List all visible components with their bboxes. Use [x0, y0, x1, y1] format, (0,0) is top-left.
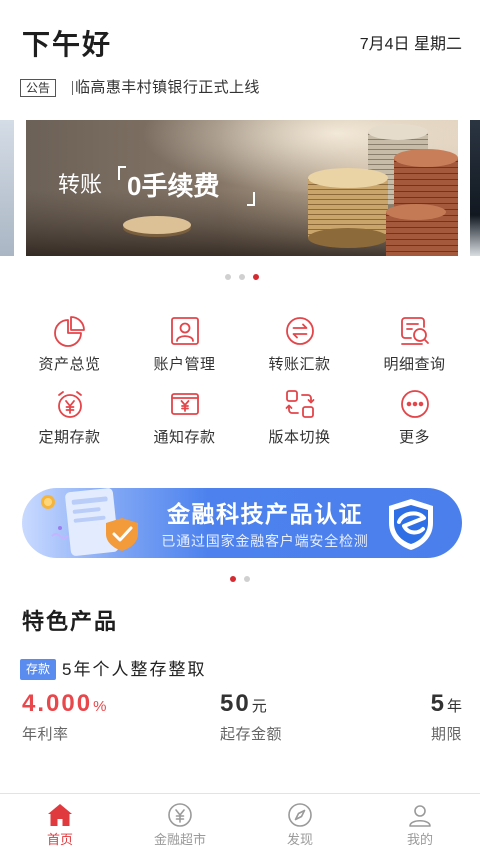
term-number: 5: [430, 690, 446, 717]
banner-slide[interactable]: 转账 0手续费: [26, 120, 458, 256]
promo-page-indicator: [0, 576, 480, 582]
tab-mine[interactable]: 我的: [360, 794, 480, 854]
tab-label: 我的: [406, 832, 433, 847]
min-deposit-label: 起存金额: [220, 726, 283, 743]
product-name: 5年个人整存整取: [62, 660, 207, 679]
menu-item-fixed-deposit[interactable]: 定期存款: [12, 387, 127, 448]
person-icon: [407, 802, 433, 828]
notice-divider: [72, 81, 74, 95]
fintech-certification-banner[interactable]: 金融科技产品认证 已通过国家金融客户端安全检测: [22, 488, 462, 558]
menu-item-label: 资产总览: [38, 356, 101, 373]
compass-icon: [287, 802, 313, 828]
interest-rate-value: 4.000 %: [22, 690, 106, 718]
account-card-icon: [168, 314, 202, 348]
menu-item-notice-deposit[interactable]: 通知存款: [127, 387, 242, 448]
term-unit: 年: [446, 698, 462, 715]
banner-prefix-text: 转账: [58, 172, 103, 197]
promo-dot[interactable]: [230, 576, 236, 582]
menu-item-label: 更多: [398, 429, 430, 446]
menu-item-label: 明细查询: [383, 356, 446, 373]
menu-item-label: 定期存款: [38, 429, 101, 446]
menu-item-label: 版本切换: [268, 429, 331, 446]
carousel-peek-left[interactable]: [0, 120, 14, 256]
notice-text[interactable]: 临高惠丰村镇银行正式上线: [75, 78, 260, 98]
switch-version-icon: [283, 387, 317, 421]
banner-dot[interactable]: [253, 274, 259, 280]
rate-number: 4.000: [22, 690, 93, 717]
banner-dot[interactable]: [225, 274, 231, 280]
menu-item-statement-query[interactable]: 明细查询: [357, 314, 472, 375]
yuan-circle-icon: [167, 802, 193, 828]
interest-rate-label: 年利率: [22, 726, 69, 743]
menu-item-label: 账户管理: [153, 356, 216, 373]
notice-bar[interactable]: 公告 临高惠丰村镇银行正式上线: [20, 78, 260, 98]
term-value: 5 年: [431, 690, 462, 718]
menu-item-transfer[interactable]: 转账汇款: [242, 314, 357, 375]
bracket-right-decoration: [247, 192, 255, 206]
min-deposit-number: 50: [220, 690, 251, 717]
bracket-left-decoration: [118, 166, 126, 180]
featured-section-title: 特色产品: [22, 609, 119, 634]
banner-highlight-text: 0手续费: [127, 171, 220, 201]
greeting-title: 下午好: [22, 29, 113, 60]
min-deposit-value: 50 元: [220, 690, 267, 718]
pie-chart-icon: [53, 314, 87, 348]
tab-label: 首页: [46, 832, 73, 847]
tab-finance-market[interactable]: 金融超市: [120, 794, 240, 854]
statement-search-icon: [398, 314, 432, 348]
product-header: 存款 5年个人整存整取: [20, 659, 206, 680]
banner-dot[interactable]: [239, 274, 245, 280]
term-label: 期限: [430, 726, 462, 743]
yuan-card-icon: [168, 387, 202, 421]
home-icon: [47, 802, 73, 828]
menu-item-account-management[interactable]: 账户管理: [127, 314, 242, 375]
featured-product-card[interactable]: 存款 5年个人整存整取 4.000 % 50 元 5 年 年利率 起存金额 期限: [0, 650, 480, 750]
quick-menu-grid: 资产总览 账户管理 转账汇款 明细查询 定期存款 通知存款 版本切换 更多: [12, 314, 472, 448]
min-deposit-unit: 元: [251, 698, 267, 715]
notice-badge: 公告: [20, 79, 57, 97]
more-icon: [398, 387, 432, 421]
menu-item-asset-overview[interactable]: 资产总览: [12, 314, 127, 375]
menu-item-more[interactable]: 更多: [357, 387, 472, 448]
transfer-icon: [283, 314, 317, 348]
product-tag-badge: 存款: [20, 659, 57, 680]
promo-dot[interactable]: [244, 576, 250, 582]
menu-item-switch-version[interactable]: 版本切换: [242, 387, 357, 448]
rate-unit: %: [93, 698, 107, 715]
tab-label: 发现: [286, 832, 313, 847]
promo-title: 金融科技产品认证: [167, 501, 363, 527]
alarm-clock-yuan-icon: [53, 387, 87, 421]
menu-item-label: 转账汇款: [268, 356, 331, 373]
security-shield-icon: [389, 499, 433, 550]
date-label: 7月4日 星期二: [359, 36, 462, 53]
banner-page-indicator: [0, 274, 480, 280]
tab-discover[interactable]: 发现: [240, 794, 360, 854]
menu-item-label: 通知存款: [153, 429, 216, 446]
tab-home[interactable]: 首页: [0, 794, 120, 854]
promo-subtitle: 已通过国家金融客户端安全检测: [161, 533, 369, 549]
bottom-tab-bar: 首页 金融超市 发现 我的: [0, 793, 480, 854]
carousel-peek-right[interactable]: [470, 120, 480, 256]
banner-carousel[interactable]: 转账 0手续费: [0, 120, 480, 256]
tab-label: 金融超市: [153, 832, 206, 847]
